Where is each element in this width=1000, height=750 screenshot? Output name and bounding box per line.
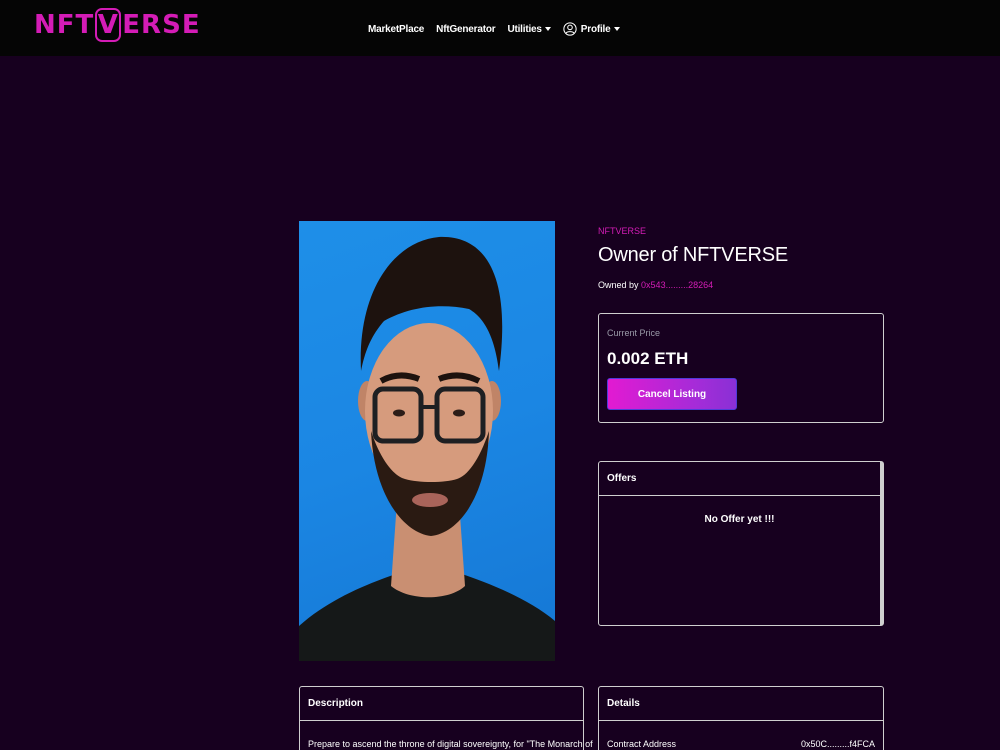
contract-address-value[interactable]: 0x50C.........f4FCA	[801, 739, 875, 749]
description-header: Description	[300, 687, 583, 721]
owner-address-link[interactable]: 0x543.........28264	[641, 280, 713, 290]
portrait-photo-icon	[299, 236, 555, 661]
logo-letter: E	[181, 10, 201, 40]
collection-name[interactable]: NFTVERSE	[598, 226, 646, 236]
price-card: Current Price 0.002 ETH Cancel Listing	[598, 313, 884, 423]
nav-links: MarketPlace NftGenerator Utilities Profi…	[368, 19, 620, 39]
nav-nft-generator[interactable]: NftGenerator	[436, 24, 495, 35]
nav-utilities-label: Utilities	[507, 23, 542, 35]
caret-down-icon	[613, 27, 620, 31]
cancel-listing-button[interactable]: Cancel Listing	[607, 378, 737, 410]
details-header: Details	[599, 687, 883, 721]
offers-card: Offers No Offer yet !!!	[598, 461, 884, 626]
description-text: Prepare to ascend the throne of digital …	[308, 739, 593, 749]
logo-letter: F	[56, 10, 76, 40]
contract-address-row: Contract Address 0x50C.........f4FCA	[607, 739, 875, 749]
offers-header: Offers	[599, 462, 880, 496]
no-offer-message: No Offer yet !!!	[704, 514, 775, 525]
owned-by: Owned by 0x543.........28264	[598, 280, 713, 290]
nav-profile-dropdown[interactable]: Profile	[563, 22, 620, 36]
logo-letter: T	[75, 10, 95, 40]
current-price-value: 0.002 ETH	[607, 349, 689, 368]
nftverse-logo[interactable]: N F T V E R S E	[34, 6, 201, 44]
logo-letter: R	[141, 10, 163, 40]
contract-address-label: Contract Address	[607, 739, 677, 749]
details-card: Details Contract Address 0x50C.........f…	[598, 686, 884, 750]
nav-profile-label: Profile	[580, 23, 611, 35]
description-card: Description Prepare to ascend the throne…	[299, 686, 593, 750]
logo-letter: S	[162, 10, 182, 40]
logo-letter: N	[34, 10, 57, 40]
logo-letter: V	[97, 10, 119, 40]
navbar: N F T V E R S E MarketPlace NftGenerator…	[0, 0, 1000, 56]
owned-by-label: Owned by	[598, 280, 639, 290]
logo-letter: E	[122, 10, 142, 40]
current-price-label: Current Price	[607, 328, 661, 338]
nav-marketplace[interactable]: MarketPlace	[368, 24, 424, 35]
nft-title: Owner of NFTVERSE	[598, 244, 788, 266]
caret-down-icon	[544, 27, 551, 31]
nft-image	[299, 221, 555, 661]
logo-hexagon: V	[95, 8, 122, 42]
nav-utilities-dropdown[interactable]: Utilities	[507, 23, 551, 35]
user-circle-icon	[563, 22, 577, 36]
